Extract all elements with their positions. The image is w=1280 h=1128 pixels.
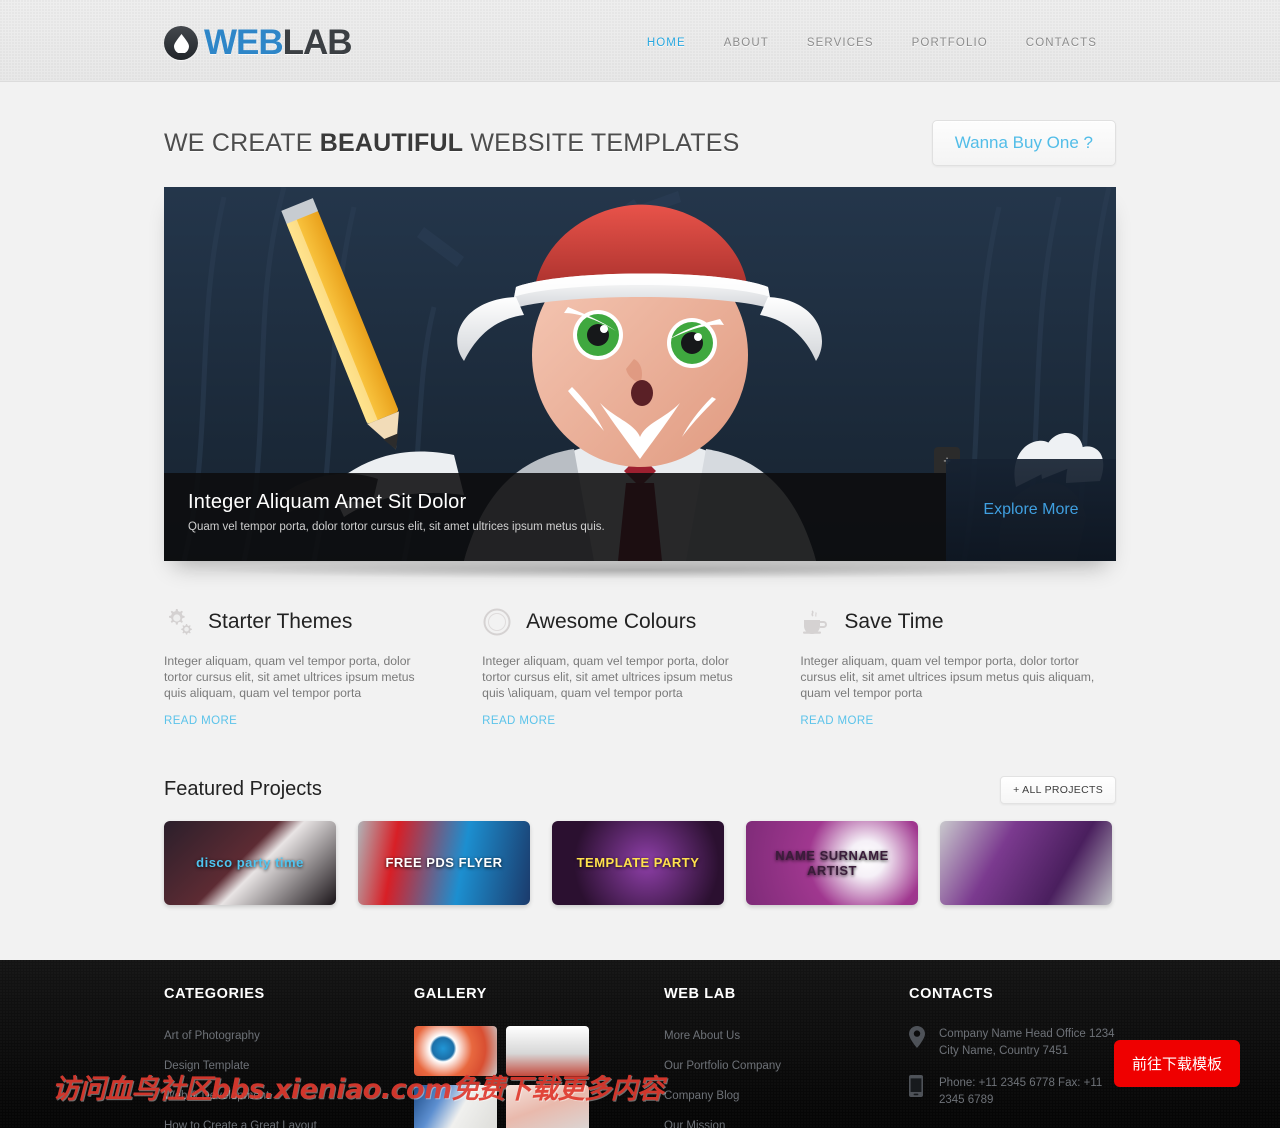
nav-item-home[interactable]: HOME: [628, 37, 705, 49]
footer-weblab-list: More About Us Our Portfolio Company Comp…: [664, 1026, 909, 1128]
footer-gallery-grid: [414, 1026, 589, 1128]
water-drop-icon: [164, 26, 198, 60]
site-logo[interactable]: WEBLAB: [164, 23, 353, 63]
wanna-buy-one-button[interactable]: Wanna Buy One ?: [931, 120, 1116, 166]
feature-save-time: Save Time Integer aliquam, quam vel temp…: [800, 605, 1116, 729]
read-more-link-save-time[interactable]: READ MORE: [800, 715, 873, 727]
hero-slider-wrapper: Integer Aliquam Amet Sit Dolor Quam vel …: [164, 187, 1116, 579]
project-thumbnail-label: FREE PDS FLYER: [385, 855, 503, 871]
nav-item-contacts[interactable]: CONTACTS: [1007, 37, 1116, 49]
footer-phone-text: Phone: +11 2345 6778 Fax: +11 2345 6789: [939, 1077, 1103, 1107]
project-thumbnail-list: disco party time FREE PDS FLYER TEMPLATE…: [164, 820, 1116, 905]
mobile-phone-icon: [909, 1075, 927, 1108]
coffee-cup-icon: [800, 607, 830, 637]
list-item: Our Portfolio Company: [664, 1056, 909, 1074]
feature-title: Awesome Colours: [526, 610, 697, 633]
headline-post: WEBSITE TEMPLATES: [463, 128, 740, 157]
project-thumbnail[interactable]: TEMPLATE PARTY: [552, 820, 724, 905]
feature-starter-themes: Starter Themes Integer aliquam, quam vel…: [164, 605, 482, 729]
footer-heading-categories: CATEGORIES: [164, 986, 265, 1002]
features-section: Starter Themes Integer aliquam, quam vel…: [164, 605, 1116, 729]
footer-link-great-layout[interactable]: How to Create a Great Layout: [164, 1120, 317, 1128]
all-projects-button[interactable]: + ALL PROJECTS: [1000, 775, 1116, 804]
logo-text-web: WEB: [204, 23, 284, 62]
project-thumbnail[interactable]: [940, 820, 1112, 905]
footer-column-weblab: WEB LAB More About Us Our Portfolio Comp…: [664, 986, 909, 1128]
hero-slider[interactable]: Integer Aliquam Amet Sit Dolor Quam vel …: [164, 187, 1116, 561]
footer-column-contacts: CONTACTS Company Name Head Office 1234 C…: [909, 986, 1116, 1128]
project-thumbnail-label: NAME SURNAME ARTIST: [775, 847, 889, 878]
footer-link-more-about-us[interactable]: More About Us: [664, 1030, 740, 1042]
footer-heading-weblab: WEB LAB: [664, 986, 736, 1002]
feature-body: Integer aliquam, quam vel tempor porta, …: [164, 654, 415, 701]
site-footer: CATEGORIES Art of Photography Design Tem…: [0, 960, 1280, 1128]
list-item: More About Us: [664, 1026, 909, 1044]
footer-link-art-of-photography[interactable]: Art of Photography: [164, 1030, 260, 1042]
footer-phone-row: Phone: +11 2345 6778 Fax: +11 2345 6789: [909, 1075, 1116, 1108]
gallery-thumbnail-monster[interactable]: [414, 1026, 497, 1076]
logo-text-lab: LAB: [282, 23, 353, 62]
headline-pre: WE CREATE: [164, 128, 320, 157]
footer-heading-gallery: GALLERY: [414, 986, 487, 1002]
nav-item-services[interactable]: SERVICES: [788, 37, 893, 49]
list-item: Our Mission: [664, 1116, 909, 1128]
gallery-thumbnail-hand-drawing[interactable]: [506, 1085, 589, 1128]
page-title: WE CREATE BEAUTIFUL WEBSITE TEMPLATES: [164, 129, 740, 158]
footer-link-our-mission[interactable]: Our Mission: [664, 1120, 725, 1128]
project-thumbnail-label: [940, 821, 1112, 905]
footer-address-text: Company Name Head Office 1234 City Name,…: [939, 1028, 1115, 1057]
read-more-link-starter-themes[interactable]: READ MORE: [164, 715, 237, 727]
footer-link-company-blog[interactable]: Company Blog: [664, 1090, 739, 1102]
list-item: Design Template: [164, 1056, 414, 1074]
main-navigation: HOME ABOUT SERVICES PORTFOLIO CONTACTS: [628, 37, 1116, 49]
list-item: Web & Development: [164, 1086, 414, 1104]
feature-title: Save Time: [844, 610, 944, 633]
nav-item-portfolio[interactable]: PORTFOLIO: [893, 37, 1007, 49]
slider-subtitle: Quam vel tempor porta, dolor tortor curs…: [188, 521, 605, 533]
list-item: Art of Photography: [164, 1026, 414, 1044]
footer-column-gallery: GALLERY: [414, 986, 664, 1128]
read-more-link-awesome-colours[interactable]: READ MORE: [482, 715, 555, 727]
project-thumbnail-label: TEMPLATE PARTY: [576, 855, 700, 871]
featured-projects-section: Featured Projects + ALL PROJECTS disco p…: [164, 775, 1116, 905]
nav-item-about[interactable]: ABOUT: [705, 37, 788, 49]
page-root: WEBLAB HOME ABOUT SERVICES PORTFOLIO CON…: [0, 0, 1280, 1128]
project-thumbnail[interactable]: disco party time: [164, 820, 336, 905]
slider-caption: Integer Aliquam Amet Sit Dolor Quam vel …: [164, 473, 946, 561]
feature-body: Integer aliquam, quam vel tempor porta, …: [482, 654, 733, 701]
feature-title: Starter Themes: [208, 610, 353, 633]
gallery-thumbnail-vintage-photo[interactable]: [506, 1026, 589, 1076]
explore-more-link[interactable]: Explore More: [983, 501, 1078, 519]
project-thumbnail[interactable]: NAME SURNAME ARTIST: [746, 820, 918, 905]
hero-headline-row: WE CREATE BEAUTIFUL WEBSITE TEMPLATES Wa…: [164, 82, 1116, 166]
slider-explore-panel: Explore More: [946, 459, 1116, 561]
download-template-button[interactable]: 前往下载模板: [1113, 1040, 1240, 1087]
footer-heading-contacts: CONTACTS: [909, 986, 994, 1002]
featured-projects-title: Featured Projects: [164, 778, 322, 801]
feature-body: Integer aliquam, quam vel tempor porta, …: [800, 654, 1095, 701]
project-thumbnail-label: disco party time: [196, 855, 304, 871]
slider-title: Integer Aliquam Amet Sit Dolor: [188, 491, 467, 513]
gallery-thumbnail-notebook[interactable]: [414, 1085, 497, 1128]
project-thumbnail[interactable]: FREE PDS FLYER: [358, 820, 530, 905]
compass-icon: [482, 607, 512, 637]
footer-address-row: Company Name Head Office 1234 City Name,…: [909, 1026, 1116, 1059]
footer-column-categories: CATEGORIES Art of Photography Design Tem…: [164, 986, 414, 1128]
map-pin-icon: [909, 1026, 927, 1059]
footer-categories-list: Art of Photography Design Template Web &…: [164, 1026, 414, 1128]
slider-drop-shadow: [190, 561, 1090, 579]
list-item: How to Create a Great Layout: [164, 1116, 414, 1128]
feature-awesome-colours: Awesome Colours Integer aliquam, quam ve…: [482, 605, 800, 729]
footer-link-our-portfolio[interactable]: Our Portfolio Company: [664, 1060, 781, 1072]
gears-icon: [164, 607, 194, 637]
footer-link-design-template[interactable]: Design Template: [164, 1060, 249, 1072]
footer-link-web-development[interactable]: Web & Development: [164, 1090, 269, 1102]
list-item: Company Blog: [664, 1086, 909, 1104]
site-header: WEBLAB HOME ABOUT SERVICES PORTFOLIO CON…: [0, 0, 1280, 82]
headline-bold: BEAUTIFUL: [319, 128, 464, 157]
